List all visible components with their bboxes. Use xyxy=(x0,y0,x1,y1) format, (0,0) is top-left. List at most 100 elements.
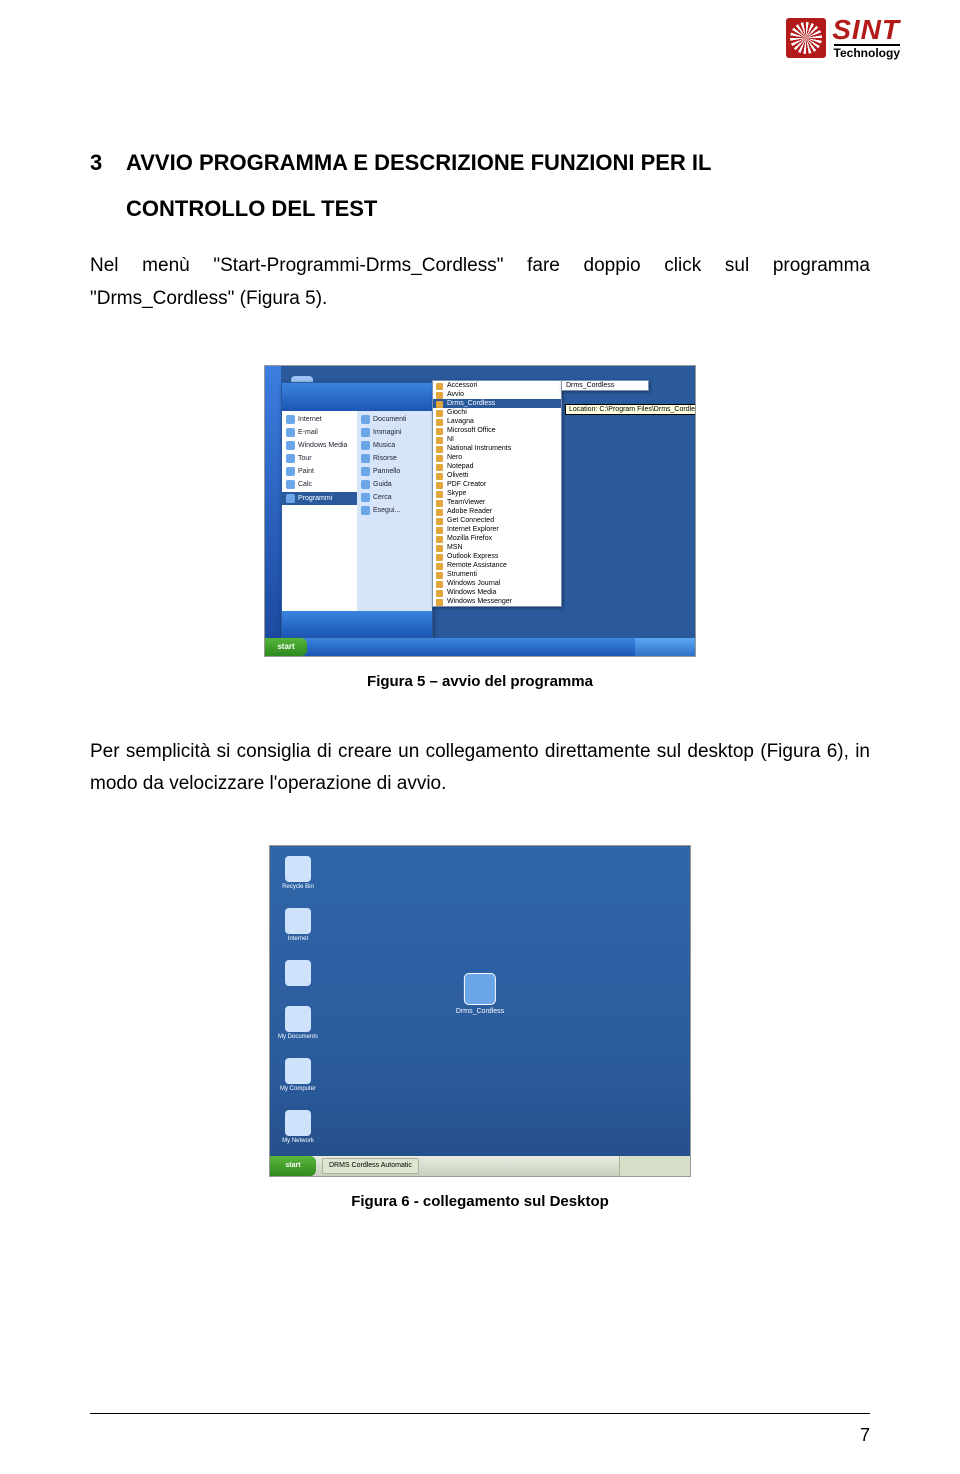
start-menu-right-col: Documenti Immagini Musica Risorse Pannel… xyxy=(357,411,432,611)
submenu-item-drms[interactable]: Drms_Cordless xyxy=(433,399,561,408)
start-menu-header xyxy=(282,383,432,411)
page-number: 7 xyxy=(860,1425,870,1446)
computer-icon xyxy=(285,1058,311,1084)
submenu-item[interactable]: National Instruments xyxy=(433,444,561,453)
desktop-icon[interactable]: Internet xyxy=(278,908,318,942)
heading-line1: AVVIO PROGRAMMA E DESCRIZIONE FUNZIONI P… xyxy=(126,150,711,175)
start-menu-item[interactable]: Risorse xyxy=(361,452,428,465)
start-menu-panel: Internet E-mail Windows Media Tour Paint… xyxy=(281,382,433,638)
system-tray[interactable] xyxy=(619,1156,690,1176)
submenu-item[interactable]: Mozilla Firefox xyxy=(433,534,561,543)
programs-submenu: Accessori Avvio Drms_Cordless Giochi Lav… xyxy=(432,380,562,607)
start-menu-footer xyxy=(282,611,432,637)
folder-icon xyxy=(361,428,370,437)
submenu-item[interactable]: Avvio xyxy=(433,390,561,399)
drms-shortcut-label: Drms_Cordless xyxy=(456,1008,504,1015)
submenu-item[interactable]: Notepad xyxy=(433,462,561,471)
start-button[interactable]: start xyxy=(270,1156,316,1176)
heading-line2: CONTROLLO DEL TEST xyxy=(90,186,870,232)
section-heading: 3AVVIO PROGRAMMA E DESCRIZIONE FUNZIONI … xyxy=(90,140,870,232)
submenu-item[interactable]: Giochi xyxy=(433,408,561,417)
xp-sidebar xyxy=(265,366,281,638)
start-menu-left-col: Internet E-mail Windows Media Tour Paint… xyxy=(282,411,357,611)
submenu-item[interactable]: Lavagna xyxy=(433,417,561,426)
submenu-item[interactable]: Accessori xyxy=(433,381,561,390)
taskbar-app-button[interactable]: DRMS Cordless Automatic xyxy=(322,1158,419,1174)
folder-icon xyxy=(361,415,370,424)
desktop-icon[interactable] xyxy=(278,960,318,988)
app-icon xyxy=(285,960,311,986)
submenu-item[interactable]: Windows Media xyxy=(433,588,561,597)
start-menu-item[interactable]: Immagini xyxy=(361,426,428,439)
desktop-icon[interactable]: My Documents xyxy=(278,1006,318,1040)
desktop-icons-column: Recycle Bin Internet My Documents My Com… xyxy=(278,856,318,1177)
submenu-item[interactable]: Windows Messenger xyxy=(433,597,561,606)
search-icon xyxy=(361,493,370,502)
folder-icon xyxy=(286,494,295,503)
app-icon xyxy=(286,415,295,424)
logo-brand-text: SINT xyxy=(832,16,900,44)
start-button[interactable]: start xyxy=(265,638,307,656)
start-menu-item[interactable]: Esegui... xyxy=(361,504,428,517)
recycle-bin-icon xyxy=(285,856,311,882)
submenu-item[interactable]: Remote Assistance xyxy=(433,561,561,570)
drms-shortcut-icon xyxy=(464,973,496,1005)
submenu-item[interactable]: Olivetti xyxy=(433,471,561,480)
drms-submenu[interactable]: Drms_Cordless xyxy=(561,380,649,391)
submenu-item[interactable]: Strumenti xyxy=(433,570,561,579)
start-menu-item[interactable]: Windows Media xyxy=(286,439,353,452)
start-menu-item[interactable]: E-mail xyxy=(286,426,353,439)
taskbar: start DRMS Cordless Automatic xyxy=(270,1156,690,1176)
start-menu-item-programmi[interactable]: Programmi xyxy=(282,492,357,505)
desktop-icon[interactable]: Recycle Bin xyxy=(278,856,318,890)
desktop-icon[interactable]: My Network xyxy=(278,1110,318,1144)
submenu-item[interactable]: Adobe Reader xyxy=(433,507,561,516)
submenu-item[interactable]: Microsoft Office xyxy=(433,426,561,435)
submenu-item[interactable]: Nero xyxy=(433,453,561,462)
submenu-item[interactable]: PDF Creator xyxy=(433,480,561,489)
app-icon xyxy=(286,467,295,476)
system-tray[interactable] xyxy=(635,638,695,656)
submenu-item[interactable]: Outlook Express xyxy=(433,552,561,561)
start-menu-item[interactable]: Tour xyxy=(286,452,353,465)
start-menu-item[interactable]: Guida xyxy=(361,478,428,491)
figure-5-caption: Figura 5 – avvio del programma xyxy=(367,673,593,690)
submenu-item[interactable]: TeamViewer xyxy=(433,498,561,507)
paragraph-1: Nel menù "Start-Programmi-Drms_Cordless"… xyxy=(90,250,870,315)
documents-icon xyxy=(285,1006,311,1032)
start-menu-item[interactable]: Cerca xyxy=(361,491,428,504)
start-menu-item[interactable]: Calc xyxy=(286,478,353,491)
paragraph-2: Per semplicità si consiglia di creare un… xyxy=(90,736,870,801)
figure-5-screenshot: Internet E-mail Windows Media Tour Paint… xyxy=(264,365,696,657)
start-menu-item[interactable]: Paint xyxy=(286,465,353,478)
logo-mark-icon xyxy=(786,18,826,58)
brand-logo: SINT Technology xyxy=(786,16,900,59)
start-menu-item[interactable]: Musica xyxy=(361,439,428,452)
drms-desktop-shortcut[interactable]: Drms_Cordless xyxy=(456,973,504,1015)
app-icon xyxy=(286,454,295,463)
figure-6-screenshot: Recycle Bin Internet My Documents My Com… xyxy=(269,845,691,1177)
start-menu-item[interactable]: Internet xyxy=(286,413,353,426)
app-icon xyxy=(286,441,295,450)
submenu-item[interactable]: Internet Explorer xyxy=(433,525,561,534)
submenu-item[interactable]: NI xyxy=(433,435,561,444)
desktop-icon[interactable]: My Computer xyxy=(278,1058,318,1092)
internet-icon xyxy=(285,908,311,934)
network-icon xyxy=(285,1110,311,1136)
folder-icon xyxy=(361,454,370,463)
heading-number: 3 xyxy=(90,140,126,186)
footer-rule xyxy=(90,1413,870,1414)
submenu-item[interactable]: Skype xyxy=(433,489,561,498)
submenu-item[interactable]: Get Connected xyxy=(433,516,561,525)
submenu-item[interactable]: MSN xyxy=(433,543,561,552)
start-menu-item[interactable]: Pannello xyxy=(361,465,428,478)
figure-6-caption: Figura 6 - collegamento sul Desktop xyxy=(351,1193,609,1210)
app-icon xyxy=(286,480,295,489)
logo-sub-text: Technology xyxy=(834,44,900,59)
taskbar: start xyxy=(265,638,695,656)
gear-icon xyxy=(361,467,370,476)
drms-submenu-item[interactable]: Drms_Cordless xyxy=(566,382,614,389)
submenu-item[interactable]: Windows Journal xyxy=(433,579,561,588)
start-menu-item[interactable]: Documenti xyxy=(361,413,428,426)
tooltip: Location: C:\Program Files\Drms_Cordless xyxy=(565,404,696,415)
